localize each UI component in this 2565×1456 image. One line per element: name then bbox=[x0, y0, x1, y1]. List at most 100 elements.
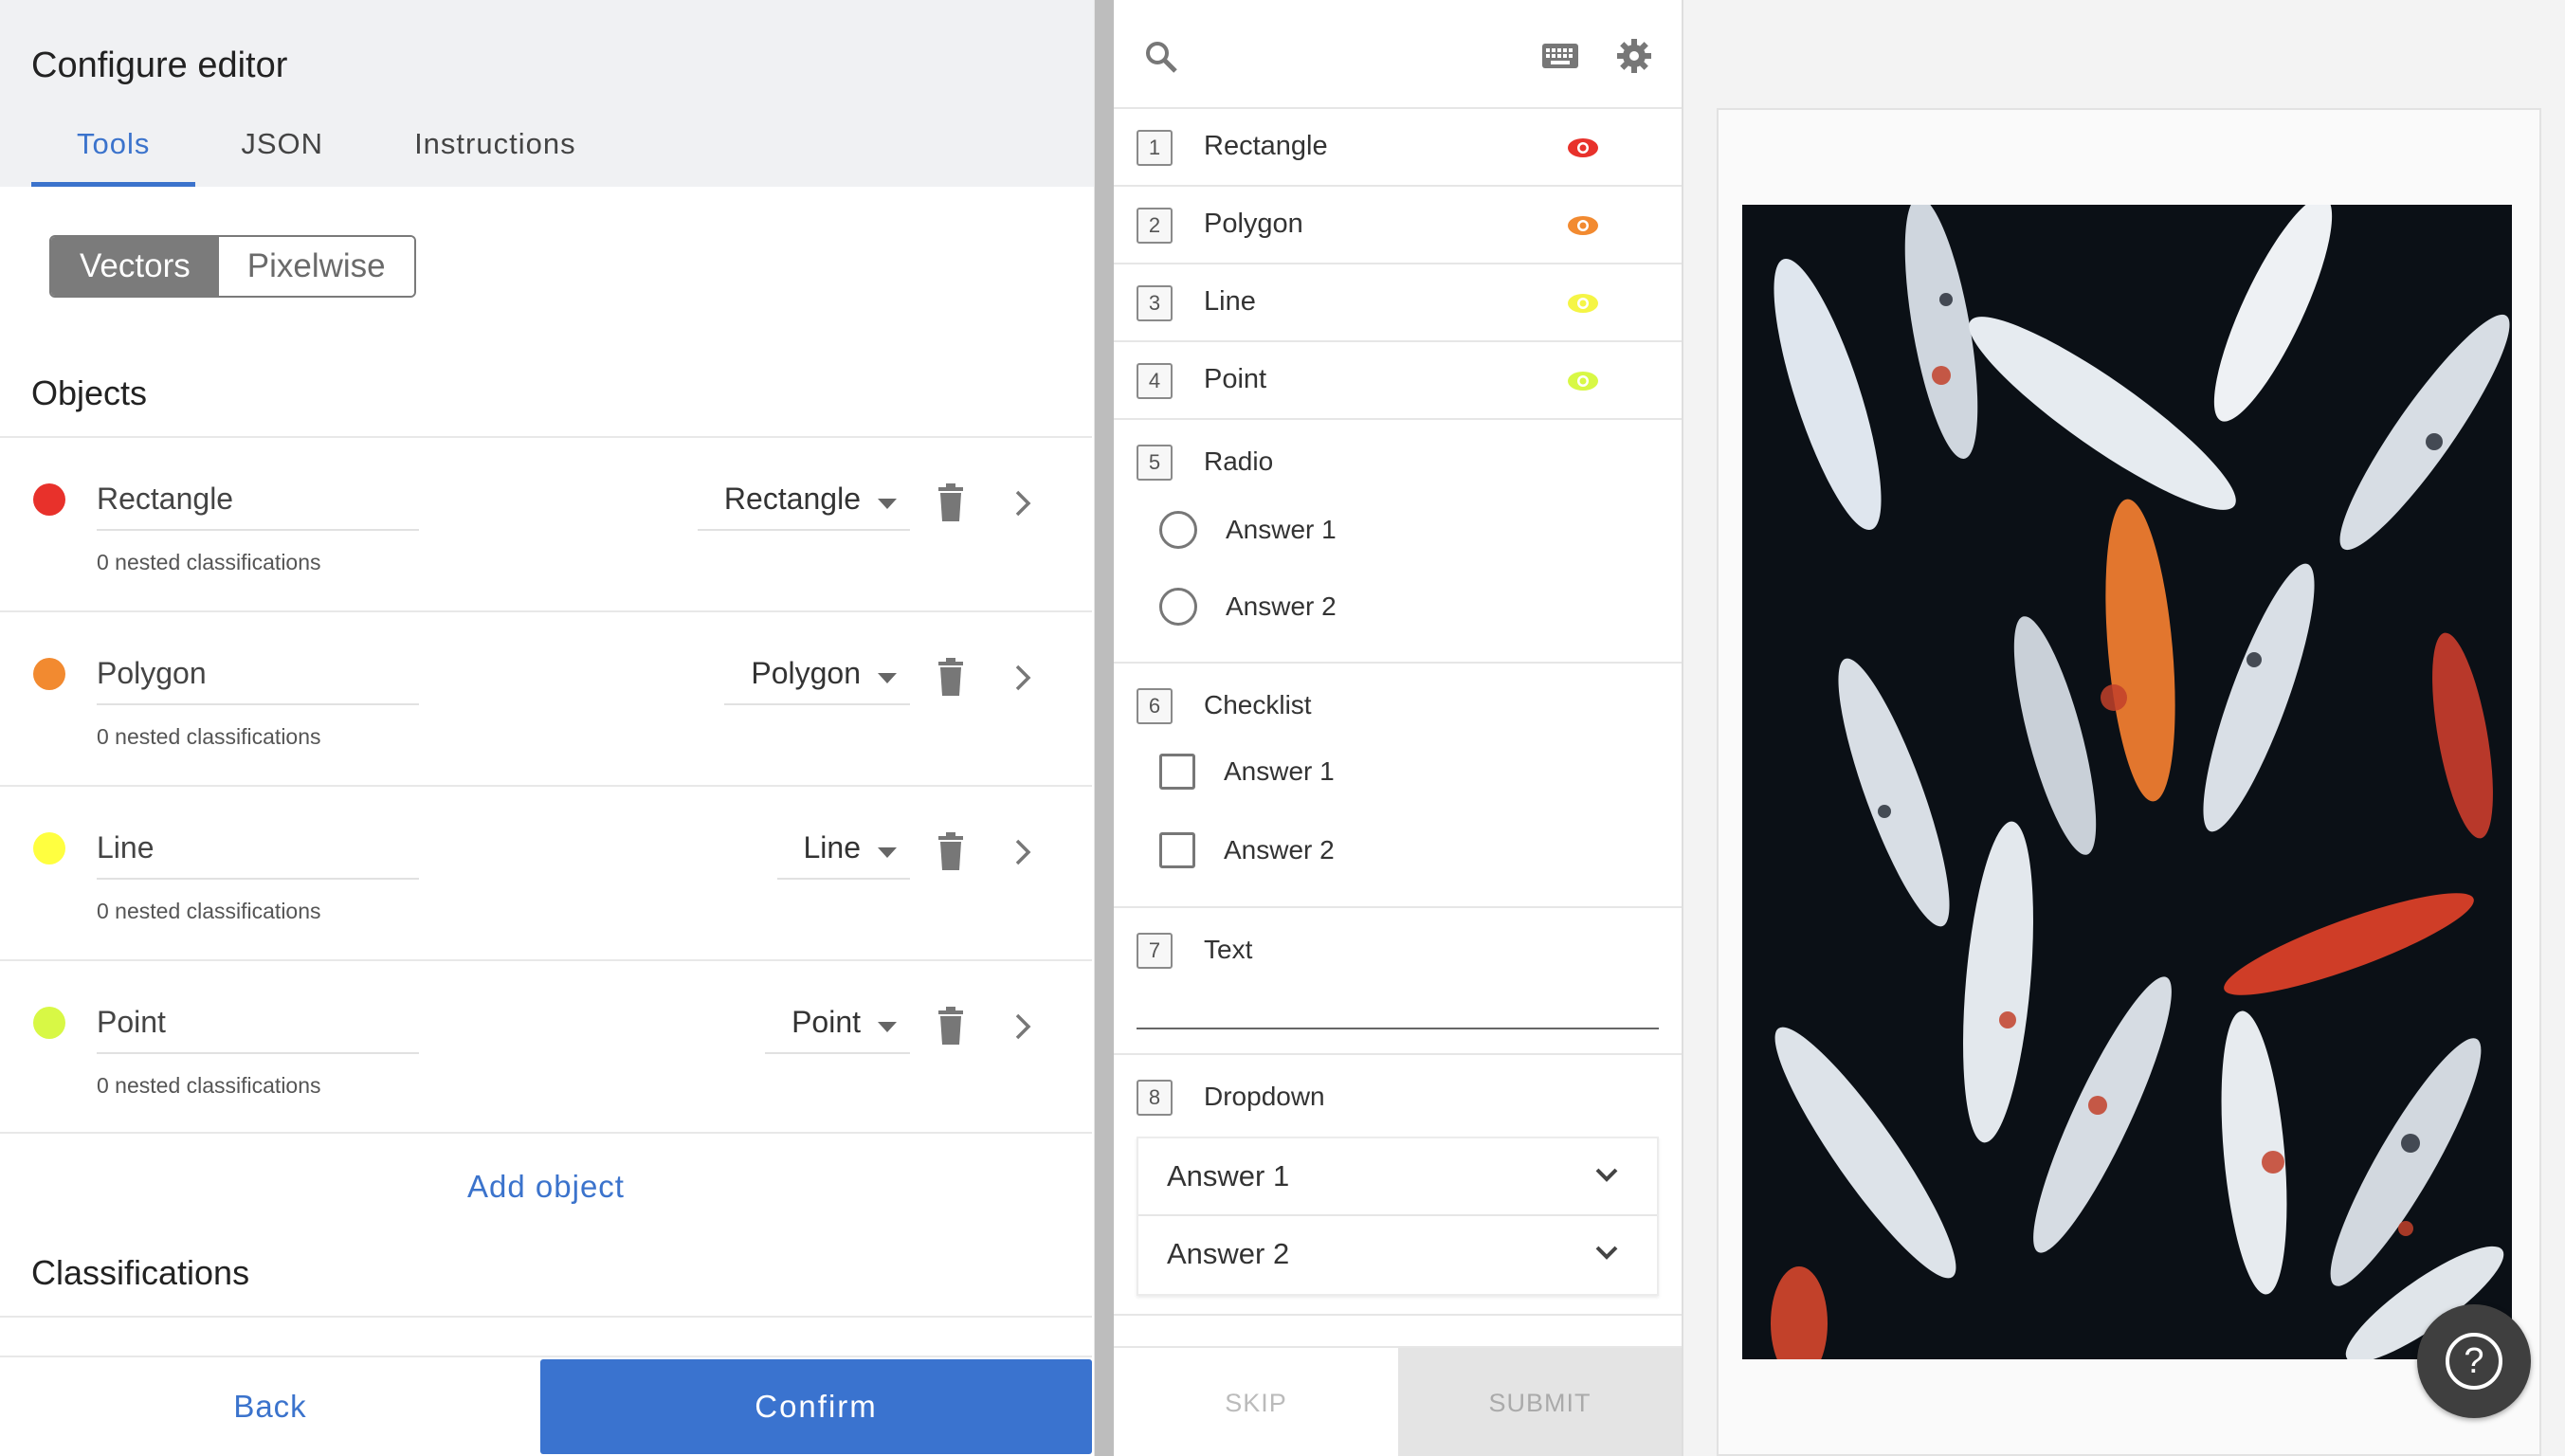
hotkey-badge: 5 bbox=[1137, 445, 1173, 481]
object-type-value: Rectangle bbox=[723, 482, 861, 516]
option-label: Answer 2 bbox=[1224, 835, 1335, 864]
object-name-input[interactable]: Rectangle bbox=[97, 482, 419, 531]
radio-option-answer-1[interactable]: Answer 1 bbox=[1159, 510, 1337, 550]
tool-item-point[interactable]: 4 Point bbox=[1114, 342, 1682, 420]
hotkey-badge: 4 bbox=[1137, 363, 1173, 399]
koi-fish-image[interactable] bbox=[1742, 205, 2512, 1359]
nested-classifications-count: 0 nested classifications bbox=[97, 899, 321, 923]
tool-item-line[interactable]: 3 Line bbox=[1114, 264, 1682, 342]
vectors-toggle-button[interactable]: Vectors bbox=[51, 237, 219, 296]
skip-button[interactable]: SKIP bbox=[1114, 1348, 1398, 1456]
object-row-rectangle: Rectangle 0 nested classifications Recta… bbox=[0, 436, 1092, 610]
preview-footer: SKIP SUBMIT bbox=[1114, 1346, 1682, 1456]
checklist-option-answer-2[interactable]: Answer 2 bbox=[1159, 830, 1335, 870]
eye-icon[interactable] bbox=[1567, 371, 1599, 391]
option-label: Answer 1 bbox=[1224, 756, 1335, 786]
nested-classifications-count: 0 nested classifications bbox=[97, 724, 321, 749]
chevron-down-icon[interactable] bbox=[1594, 1167, 1619, 1184]
trash-icon[interactable] bbox=[937, 832, 965, 870]
search-icon[interactable] bbox=[1144, 40, 1178, 74]
object-type-select[interactable]: Point bbox=[765, 1005, 910, 1054]
tab-json[interactable]: JSON bbox=[195, 119, 369, 187]
panel-splitter[interactable] bbox=[1095, 0, 1114, 1456]
object-name-input[interactable]: Line bbox=[97, 830, 419, 880]
radio-button[interactable] bbox=[1159, 511, 1197, 549]
eye-icon[interactable] bbox=[1567, 293, 1599, 314]
color-dot[interactable] bbox=[33, 483, 65, 516]
object-name-input[interactable]: Polygon bbox=[97, 656, 419, 705]
hotkey-badge: 1 bbox=[1137, 130, 1173, 166]
help-button[interactable]: ? bbox=[2417, 1304, 2531, 1418]
koi-fish-illustration bbox=[1742, 205, 2512, 1359]
text-classification: 7 Text bbox=[1114, 908, 1682, 1055]
keyboard-icon[interactable] bbox=[1542, 44, 1578, 68]
color-dot[interactable] bbox=[33, 658, 65, 690]
text-input[interactable] bbox=[1137, 1028, 1659, 1029]
object-type-value: Polygon bbox=[751, 656, 861, 690]
trash-icon[interactable] bbox=[937, 658, 965, 696]
classification-label: Text bbox=[1204, 935, 1253, 964]
editor-header: Configure editor Tools JSON Instructions bbox=[0, 0, 1094, 187]
nested-classifications-count: 0 nested classifications bbox=[97, 550, 321, 574]
tool-label: Rectangle bbox=[1204, 131, 1328, 161]
back-button[interactable]: Back bbox=[0, 1357, 540, 1456]
hotkey-badge: 6 bbox=[1137, 688, 1173, 724]
color-dot[interactable] bbox=[33, 1007, 65, 1039]
chevron-right-icon[interactable] bbox=[1012, 489, 1033, 518]
objects-section-title: Objects bbox=[31, 373, 148, 412]
chevron-down-icon[interactable] bbox=[1594, 1245, 1619, 1262]
hotkey-badge: 3 bbox=[1137, 285, 1173, 321]
eye-icon[interactable] bbox=[1567, 215, 1599, 236]
checkbox[interactable] bbox=[1159, 754, 1195, 790]
editor-tabs: Tools JSON Instructions bbox=[31, 119, 622, 187]
page-title: Configure editor bbox=[31, 46, 288, 85]
tool-item-polygon[interactable]: 2 Polygon bbox=[1114, 187, 1682, 264]
help-icon: ? bbox=[2446, 1333, 2502, 1390]
option-label: Answer 2 bbox=[1226, 592, 1337, 621]
chevron-right-icon[interactable] bbox=[1012, 838, 1033, 866]
labeling-preview-panel: 1 Rectangle 2 Polygon 3 Line 4 Point 5 R… bbox=[1114, 0, 1683, 1456]
object-type-select[interactable]: Polygon bbox=[724, 656, 910, 705]
dropdown-item-answer-1[interactable]: Answer 1 bbox=[1138, 1138, 1657, 1216]
pixelwise-toggle-button[interactable]: Pixelwise bbox=[218, 237, 414, 296]
tool-item-rectangle[interactable]: 1 Rectangle bbox=[1114, 109, 1682, 187]
submit-button[interactable]: SUBMIT bbox=[1398, 1348, 1682, 1456]
classification-label: Checklist bbox=[1204, 690, 1312, 719]
nested-classifications-count: 0 nested classifications bbox=[97, 1073, 321, 1098]
object-type-value: Line bbox=[803, 830, 862, 864]
object-type-select[interactable]: Rectangle bbox=[697, 482, 910, 531]
tab-instructions[interactable]: Instructions bbox=[369, 119, 622, 187]
objects-list: Rectangle 0 nested classifications Recta… bbox=[0, 436, 1092, 1134]
divider bbox=[0, 1316, 1092, 1318]
dropdown-item-answer-2[interactable]: Answer 2 bbox=[1138, 1216, 1657, 1294]
object-name-input[interactable]: Point bbox=[97, 1005, 419, 1054]
tool-label: Point bbox=[1204, 364, 1267, 394]
hotkey-badge: 2 bbox=[1137, 208, 1173, 244]
trash-icon[interactable] bbox=[937, 1007, 965, 1045]
color-dot[interactable] bbox=[33, 832, 65, 864]
object-type-select[interactable]: Line bbox=[776, 830, 910, 880]
gear-icon[interactable] bbox=[1616, 38, 1652, 74]
checklist-classification: 6 Checklist Answer 1 Answer 2 bbox=[1114, 664, 1682, 908]
radio-button[interactable] bbox=[1159, 588, 1197, 626]
mode-toggle: Vectors Pixelwise bbox=[49, 235, 416, 298]
hotkey-badge: 7 bbox=[1137, 933, 1173, 969]
confirm-button[interactable]: Confirm bbox=[540, 1359, 1092, 1454]
add-object-button[interactable]: Add object bbox=[0, 1169, 1092, 1205]
checkbox[interactable] bbox=[1159, 832, 1195, 868]
tool-label: Line bbox=[1204, 286, 1256, 317]
image-canvas-panel: ? bbox=[1685, 0, 2565, 1456]
eye-icon[interactable] bbox=[1567, 137, 1599, 158]
option-label: Answer 1 bbox=[1167, 1159, 1290, 1192]
trash-icon[interactable] bbox=[937, 483, 965, 521]
option-label: Answer 2 bbox=[1167, 1237, 1290, 1270]
chevron-right-icon[interactable] bbox=[1012, 1012, 1033, 1041]
caret-down-icon bbox=[878, 1022, 897, 1032]
object-row-line: Line 0 nested classifications Line bbox=[0, 785, 1092, 959]
tab-tools[interactable]: Tools bbox=[31, 119, 196, 187]
chevron-right-icon[interactable] bbox=[1012, 664, 1033, 692]
radio-classification: 5 Radio Answer 1 Answer 2 bbox=[1114, 420, 1682, 664]
radio-option-answer-2[interactable]: Answer 2 bbox=[1159, 587, 1337, 627]
object-row-polygon: Polygon 0 nested classifications Polygon bbox=[0, 610, 1092, 785]
checklist-option-answer-1[interactable]: Answer 1 bbox=[1159, 752, 1335, 792]
